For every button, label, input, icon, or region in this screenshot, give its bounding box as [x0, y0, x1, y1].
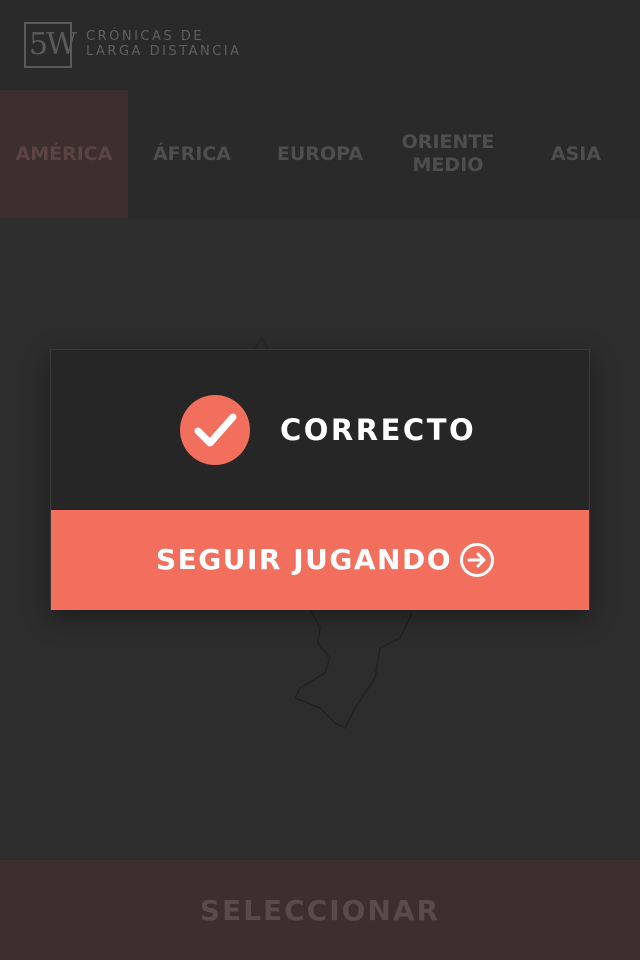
logo-mark-text: 5W [29, 27, 77, 62]
app-header: 5W CRÓNICAS DE LARGA DISTANCIA [0, 0, 640, 90]
select-button[interactable]: SELECCIONAR [0, 860, 640, 960]
check-icon [180, 395, 250, 465]
tab-america[interactable]: AMÉRICA [0, 90, 128, 218]
modal-header: CORRECTO [51, 350, 589, 510]
continue-button[interactable]: SEGUIR JUGANDO [51, 510, 589, 610]
region-tabs: AMÉRICA ÁFRICA EUROPA ORIENTE MEDIO ASIA [0, 90, 640, 218]
modal-title: CORRECTO [280, 413, 477, 447]
logo-icon: 5W [24, 22, 77, 68]
arrow-right-circle-icon [460, 543, 494, 577]
tab-europa[interactable]: EUROPA [256, 90, 384, 218]
continue-button-label: SEGUIR JUGANDO [156, 543, 453, 576]
result-modal: CORRECTO SEGUIR JUGANDO [50, 349, 590, 610]
tab-oriente-medio[interactable]: ORIENTE MEDIO [384, 90, 512, 218]
tab-asia[interactable]: ASIA [512, 90, 640, 218]
logo-text: CRÓNICAS DE LARGA DISTANCIA [86, 29, 242, 59]
logo-line-1: CRÓNICAS DE [86, 29, 204, 44]
tab-africa[interactable]: ÁFRICA [128, 90, 256, 218]
logo-line-2: LARGA DISTANCIA [86, 44, 242, 59]
